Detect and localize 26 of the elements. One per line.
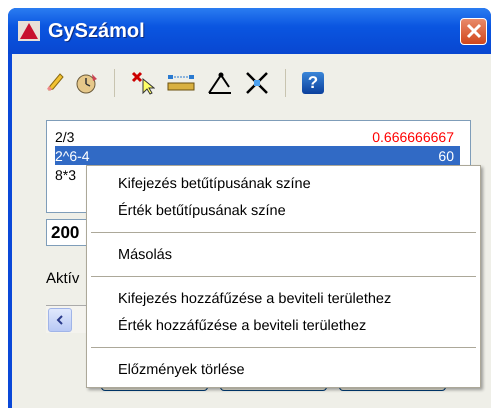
app-logo-icon <box>18 21 40 41</box>
ruler-icon[interactable] <box>167 74 195 92</box>
menu-item[interactable]: Érték hozzáfűzése a beviteli területhez <box>89 312 478 339</box>
value-text: 0.666666667 <box>372 128 454 144</box>
angle-icon[interactable] <box>207 71 233 95</box>
menu-item[interactable]: Kifejezés betűtípusának színe <box>89 170 478 197</box>
pencil-icon[interactable] <box>46 73 64 93</box>
status-label: Aktív <box>46 270 80 287</box>
history-row[interactable]: 2^6-4 60 <box>55 146 460 165</box>
expression-text: 2/3 <box>55 128 74 144</box>
menu-item[interactable]: Kifejezés hozzáfűzése a beviteli területhez <box>89 285 478 312</box>
window-title: GySzámol <box>48 20 146 42</box>
caret-left-icon <box>56 314 64 324</box>
help-icon[interactable]: ? <box>302 72 324 94</box>
menu-item[interactable]: Előzmények törlése <box>89 356 478 383</box>
cross-cursor-icon[interactable] <box>131 71 155 95</box>
close-button[interactable] <box>460 18 487 44</box>
history-row[interactable]: 2/3 0.666666667 <box>55 127 460 146</box>
clock-icon[interactable] <box>76 72 98 94</box>
scroll-left-button[interactable] <box>48 308 72 332</box>
close-icon <box>466 23 482 39</box>
menu-item[interactable]: Érték betűtípusának színe <box>89 197 478 224</box>
expression-text: 2^6-4 <box>55 148 90 164</box>
intersection-icon[interactable] <box>245 71 269 95</box>
value-text: 60 <box>438 148 454 164</box>
menu-item[interactable]: Másolás <box>89 241 478 268</box>
